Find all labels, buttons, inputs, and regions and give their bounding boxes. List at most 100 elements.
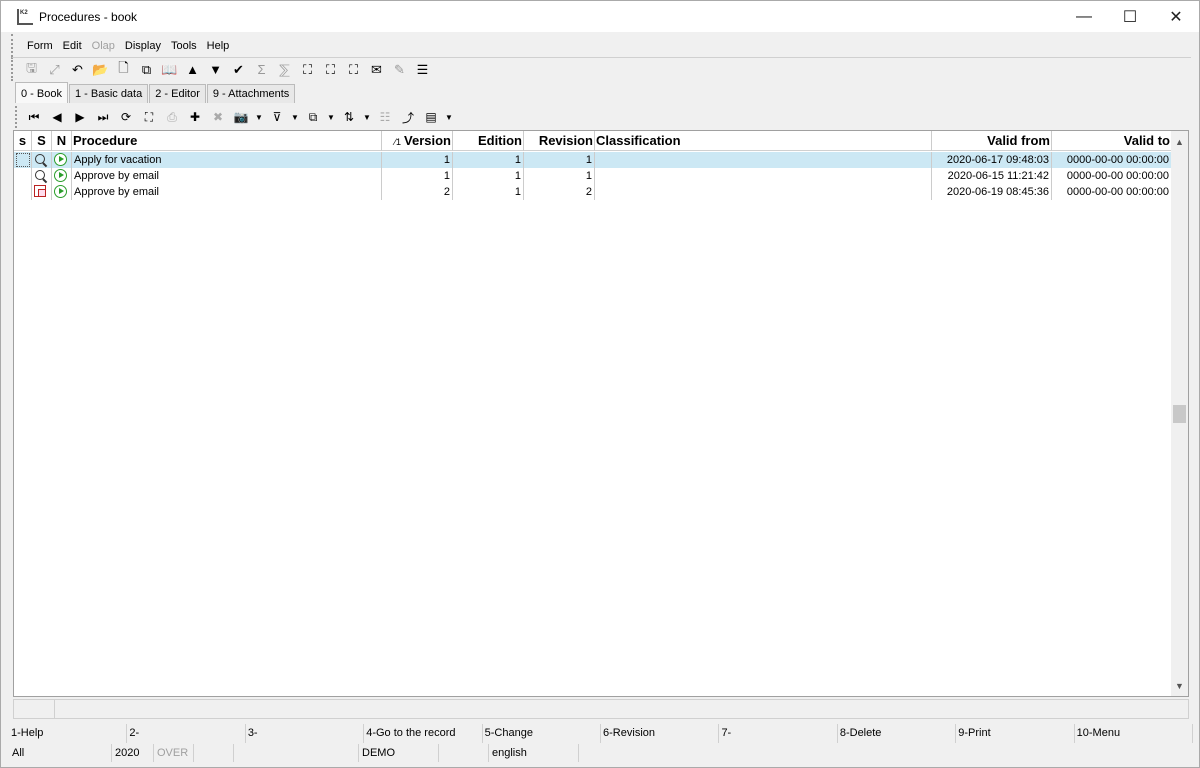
dropdown-arrow-icon[interactable]: ▼ (291, 113, 299, 122)
row-select-cell[interactable] (14, 168, 32, 184)
new-document-icon[interactable]: 🗋 (115, 60, 132, 78)
move-down-icon[interactable]: ▼ (207, 61, 224, 78)
undo-icon[interactable]: ↶ (69, 61, 86, 78)
cell-version: 2 (382, 184, 453, 200)
last-record-icon[interactable]: ⏭ (94, 108, 112, 126)
column-header-label: Version (404, 133, 451, 148)
row-select-cell[interactable] (14, 184, 32, 200)
function-key-3[interactable]: 3- (246, 724, 365, 743)
camera-icon[interactable]: 📷 (232, 108, 250, 126)
menu-item-olap[interactable]: Olap (92, 40, 115, 52)
tab-2[interactable]: 2 - Editor (149, 84, 206, 103)
find-next-icon[interactable]: ⛶ (322, 61, 339, 78)
column-header-procedure[interactable]: Procedure (72, 131, 382, 151)
info-field-3 (194, 744, 234, 762)
cell-edition: 1 (453, 168, 524, 184)
table-row[interactable]: Apply for vacation 1 1 1 2020-06-17 09:48:03… (14, 152, 1172, 168)
vertical-scrollbar[interactable]: ▲ ▼ (1171, 131, 1188, 696)
filter-icon[interactable]: ⊽ (268, 108, 286, 126)
function-key-6[interactable]: 6-Revision (601, 724, 720, 743)
cell-revision: 1 (524, 168, 595, 184)
cell-valid-to: 0000-00-00 00:00:00 (1052, 168, 1172, 184)
column-header-n[interactable]: N (52, 131, 72, 151)
dropdown-arrow-icon[interactable]: ▼ (445, 113, 453, 122)
minimize-button[interactable]: — (1061, 1, 1107, 32)
view-icon[interactable]: ⧉ (304, 108, 322, 126)
magnifier-icon (34, 169, 48, 183)
table-row[interactable]: Approve by email 2 1 2 2020-06-19 08:45:36 00… (14, 184, 1172, 200)
table-row[interactable]: Approve by email 1 1 1 2020-06-15 11:21:42 00… (14, 168, 1172, 184)
tab-0[interactable]: 0 - Book (15, 82, 68, 103)
column-header-s-upper[interactable]: S (32, 131, 52, 151)
row-select-cell[interactable] (14, 152, 32, 168)
grid-header: s S N Procedure ⁄1 Version Edition Revision Clas… (14, 131, 1172, 151)
function-key-bar: 1-Help 2- 3- 4-Go to the record 5-Change 6-Re… (9, 724, 1194, 743)
close-button[interactable]: ✕ (1153, 1, 1199, 32)
hamburger-menu-icon[interactable]: ☰ (414, 61, 431, 78)
sort-az-icon[interactable]: ⇅ (340, 108, 358, 126)
sum-icon[interactable]: Σ (253, 61, 270, 78)
function-key-8[interactable]: 8-Delete (838, 724, 957, 743)
report-icon[interactable]: ▤ (422, 108, 440, 126)
save-as-icon[interactable]: ⤢ (46, 61, 63, 78)
info-bar: All 2020 OVER DEMO english (9, 744, 1193, 762)
function-key-2[interactable]: 2- (127, 724, 246, 743)
book-icon[interactable]: 📖 (161, 61, 178, 78)
select-check-icon[interactable]: ✔ (230, 61, 247, 78)
tree-icon[interactable]: ☷ (376, 108, 394, 126)
column-header-edition[interactable]: Edition (453, 131, 524, 151)
next-record-icon[interactable]: ▶ (71, 108, 89, 126)
function-key-4[interactable]: 4-Go to the record (364, 724, 483, 743)
function-key-7[interactable]: 7- (719, 724, 838, 743)
column-header-valid-from[interactable]: Valid from (932, 131, 1052, 151)
play-icon (54, 153, 67, 166)
menu-item-tools[interactable]: Tools (171, 40, 197, 52)
sort-order-marker: ⁄1 (394, 137, 402, 147)
print-icon[interactable]: ⎙ (163, 108, 181, 126)
column-header-s-lower[interactable]: s (14, 131, 32, 151)
app-window: K2 Procedures - book — ☐ ✕ Form Edit Olap D… (0, 0, 1200, 768)
scroll-down-icon[interactable]: ▼ (1171, 677, 1188, 694)
column-header-revision[interactable]: Revision (524, 131, 595, 151)
sum-filter-icon[interactable]: ⅀ (276, 61, 293, 78)
menu-item-display[interactable]: Display (125, 40, 161, 52)
maximize-button[interactable]: ☐ (1107, 1, 1153, 32)
tab-1[interactable]: 1 - Basic data (68, 84, 149, 103)
tab-3[interactable]: 9 - Attachments (206, 84, 296, 103)
open-folder-icon[interactable]: 📂 (92, 61, 109, 78)
remove-selection-icon[interactable]: ✖ (209, 108, 227, 126)
menu-item-form[interactable]: Form (27, 40, 53, 52)
menu-item-edit[interactable]: Edit (63, 40, 82, 52)
column-header-label: Classification (596, 133, 681, 148)
add-selection-icon[interactable]: ✚ (186, 108, 204, 126)
save-icon[interactable]: 🖫 (23, 60, 40, 78)
first-record-icon[interactable]: ⏮ (25, 108, 43, 126)
function-key-5[interactable]: 5-Change (483, 724, 602, 743)
function-key-1[interactable]: 1-Help (9, 724, 128, 743)
menu-item-help[interactable]: Help (207, 40, 230, 52)
move-up-icon[interactable]: ▲ (184, 61, 201, 78)
find-replace-icon[interactable]: ⛶ (345, 61, 362, 78)
mail-icon[interactable]: ✉ (368, 61, 385, 78)
prev-record-icon[interactable]: ◀ (48, 108, 66, 126)
cell-revision: 1 (524, 152, 595, 168)
column-header-valid-to[interactable]: Valid to (1052, 131, 1172, 151)
column-header-classification[interactable]: Classification (595, 131, 932, 151)
edit-note-icon[interactable]: ✎ (391, 61, 408, 78)
dropdown-arrow-icon[interactable]: ▼ (255, 113, 263, 122)
copy-record-icon[interactable]: ⧉ (138, 61, 155, 78)
scroll-thumb[interactable] (1173, 405, 1186, 423)
export-icon[interactable]: ⤴ (399, 108, 417, 126)
refresh-icon[interactable]: ⟳ (117, 108, 135, 126)
function-key-9[interactable]: 9-Print (956, 724, 1075, 743)
function-key-10[interactable]: 10-Menu (1075, 724, 1194, 743)
dropdown-arrow-icon[interactable]: ▼ (327, 113, 335, 122)
column-header-version[interactable]: ⁄1 Version (382, 131, 453, 151)
column-header-label: Procedure (73, 133, 138, 148)
binoculars-icon[interactable]: ⛶ (299, 61, 316, 78)
binoculars-icon[interactable]: ⛶ (140, 108, 158, 126)
scroll-up-icon[interactable]: ▲ (1171, 133, 1188, 150)
window-controls: — ☐ ✕ (1061, 1, 1199, 32)
info-field-4 (234, 744, 359, 762)
dropdown-arrow-icon[interactable]: ▼ (363, 113, 371, 122)
